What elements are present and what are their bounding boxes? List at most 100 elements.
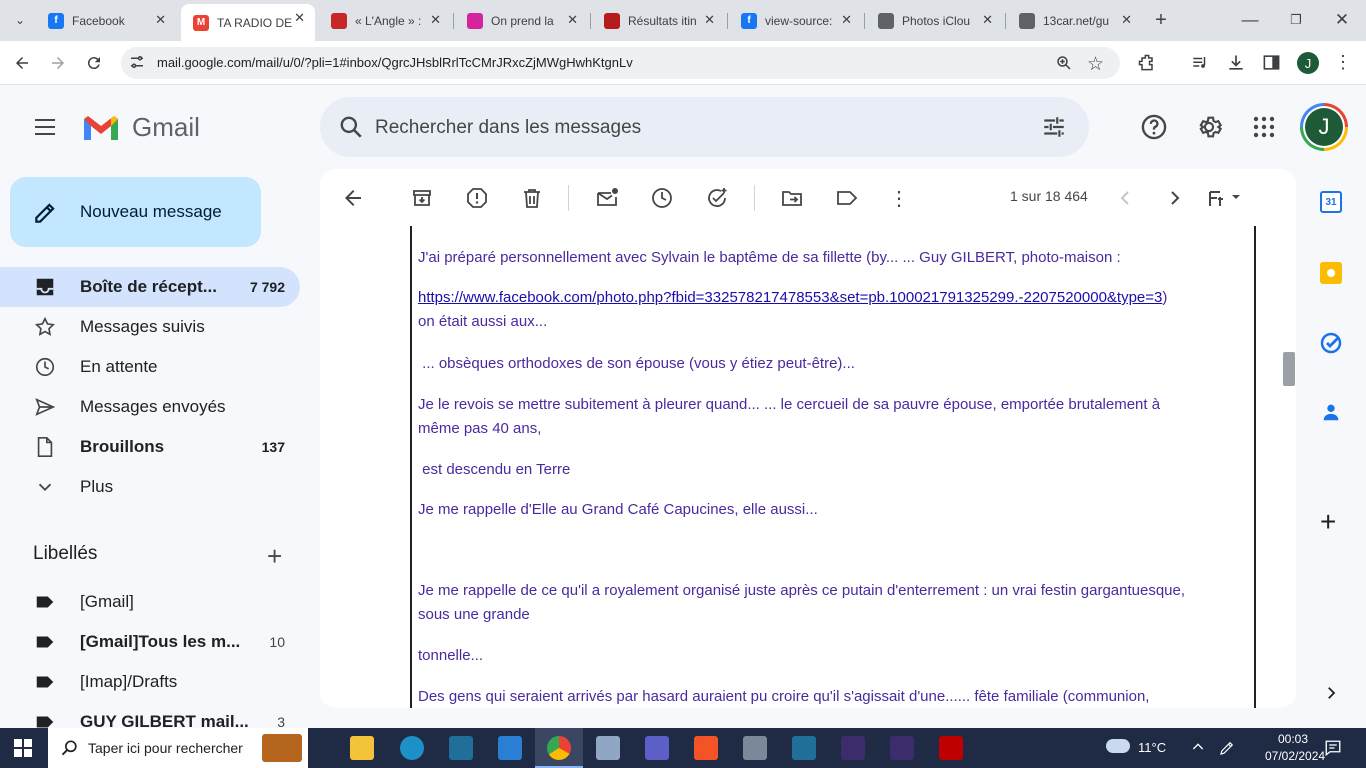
- tab-search-button[interactable]: ⌄: [8, 8, 32, 32]
- nav-item[interactable]: Messages suivis: [0, 307, 300, 347]
- profile-avatar[interactable]: J: [1297, 52, 1319, 74]
- label-icon[interactable]: [835, 186, 859, 210]
- apps-grid-icon[interactable]: [1252, 115, 1276, 144]
- help-icon[interactable]: [1140, 113, 1168, 146]
- tray-chevron-up-icon[interactable]: [1190, 738, 1206, 761]
- expand-panel-icon[interactable]: [1322, 683, 1340, 708]
- site-info-icon[interactable]: [128, 53, 146, 71]
- message-paragraph: Je me rappelle de ce qu'il a royalement …: [418, 579, 1253, 627]
- add-task-icon[interactable]: [705, 186, 729, 210]
- tab-close-icon[interactable]: ✕: [982, 12, 993, 28]
- report-spam-icon[interactable]: [465, 186, 489, 210]
- microsoft-store-icon[interactable]: [694, 736, 718, 760]
- browser-tab[interactable]: M TA RADIO DE ✕: [181, 4, 315, 41]
- add-label-icon[interactable]: +: [267, 541, 282, 572]
- taskbar-search-input[interactable]: Taper ici pour rechercher: [88, 740, 243, 756]
- keep-icon[interactable]: [1320, 262, 1342, 284]
- message-link[interactable]: https://www.facebook.com/photo.php?fbid=…: [418, 289, 1162, 306]
- tab-separator: [1005, 13, 1006, 29]
- archive-icon[interactable]: [410, 186, 434, 210]
- notifications-icon[interactable]: [1324, 739, 1342, 762]
- browser-tab[interactable]: f view-source: ✕: [729, 6, 862, 35]
- mark-unread-icon[interactable]: [595, 186, 619, 210]
- minimize-button[interactable]: —: [1238, 8, 1262, 32]
- tab-close-icon[interactable]: ✕: [841, 12, 852, 28]
- browser-tab[interactable]: On prend la ✕: [455, 6, 588, 35]
- media-controls-icon[interactable]: [1191, 54, 1209, 77]
- tab-title: TA RADIO DE: [217, 15, 293, 30]
- newer-chevron-icon[interactable]: [1114, 186, 1138, 210]
- new-tab-button[interactable]: +: [1149, 8, 1173, 32]
- move-to-icon[interactable]: [780, 186, 804, 210]
- browser-tab[interactable]: Résultats itin ✕: [592, 6, 725, 35]
- chrome-taskbar-icon[interactable]: [547, 736, 571, 760]
- tab-close-icon[interactable]: ✕: [1121, 12, 1132, 28]
- app-icon[interactable]: [792, 736, 816, 760]
- window-close-button[interactable]: ✕: [1330, 8, 1354, 32]
- tab-close-icon[interactable]: ✕: [294, 10, 305, 26]
- bookmark-star-icon[interactable]: ☆: [1087, 53, 1104, 76]
- nav-item[interactable]: Messages envoyés: [0, 387, 300, 427]
- forward-button[interactable]: [46, 51, 70, 75]
- download-icon[interactable]: [1226, 53, 1246, 78]
- edge-browser-icon[interactable]: [400, 736, 424, 760]
- scrollbar-thumb[interactable]: [1283, 352, 1295, 386]
- browser-tab[interactable]: f Facebook ✕: [36, 6, 176, 35]
- pen-tray-icon[interactable]: [1218, 738, 1236, 763]
- search-icon[interactable]: [338, 114, 364, 145]
- label-item[interactable]: [Gmail]: [0, 582, 300, 622]
- gmail-logo-icon[interactable]: [81, 113, 121, 148]
- side-panel-icon[interactable]: [1262, 53, 1281, 77]
- delete-icon[interactable]: [520, 186, 544, 210]
- clock-date[interactable]: 07/02/2024: [1265, 749, 1325, 763]
- back-button[interactable]: [10, 51, 34, 75]
- message-text: sous une grande: [418, 606, 530, 623]
- tab-close-icon[interactable]: ✕: [430, 12, 441, 28]
- restore-button[interactable]: ❐: [1284, 8, 1308, 32]
- mail-app-icon[interactable]: [498, 736, 522, 760]
- reload-button[interactable]: [82, 51, 106, 75]
- file-explorer-icon[interactable]: [350, 736, 374, 760]
- back-to-inbox-icon[interactable]: [341, 186, 365, 210]
- nav-item[interactable]: Boîte de récept... 7 792: [0, 267, 300, 307]
- widgets-icon[interactable]: [262, 734, 302, 762]
- chrome-menu-icon[interactable]: ⋮: [1334, 52, 1352, 73]
- search-options-icon[interactable]: [1041, 114, 1067, 145]
- calendar-icon[interactable]: 31: [1320, 191, 1342, 213]
- browser-tab[interactable]: Photos iClou ✕: [866, 6, 1003, 35]
- app-icon[interactable]: [645, 736, 669, 760]
- older-chevron-icon[interactable]: [1162, 186, 1186, 210]
- tab-close-icon[interactable]: ✕: [567, 12, 578, 28]
- extensions-icon[interactable]: [1137, 53, 1157, 78]
- nav-item[interactable]: En attente: [0, 347, 300, 387]
- nav-item[interactable]: Brouillons 137: [0, 427, 300, 467]
- label-item[interactable]: [Gmail]Tous les m... 10: [0, 622, 300, 662]
- browser-tab[interactable]: « L'Angle » : ✕: [319, 6, 451, 35]
- app-icon[interactable]: [890, 736, 914, 760]
- zoom-icon[interactable]: [1055, 54, 1073, 77]
- app-icon[interactable]: [743, 736, 767, 760]
- filezilla-icon[interactable]: [939, 736, 963, 760]
- tasks-icon[interactable]: [1319, 331, 1343, 360]
- windows-start-icon[interactable]: [14, 739, 32, 762]
- browser-tab[interactable]: 13car.net/gu ✕: [1007, 6, 1142, 35]
- main-menu-icon[interactable]: [33, 116, 57, 143]
- app-icon[interactable]: [841, 736, 865, 760]
- search-input[interactable]: Rechercher dans les messages: [375, 117, 641, 139]
- clock-time[interactable]: 00:03: [1265, 732, 1321, 746]
- nav-item-label: Messages envoyés: [80, 397, 226, 416]
- more-options-icon[interactable]: ⋮: [887, 186, 911, 210]
- input-tools-icon[interactable]: [1206, 186, 1246, 210]
- get-addons-icon[interactable]: +: [1320, 508, 1336, 536]
- contacts-icon[interactable]: [1320, 401, 1342, 428]
- tab-close-icon[interactable]: ✕: [704, 12, 715, 28]
- snooze-icon[interactable]: [650, 186, 674, 210]
- app-icon[interactable]: [596, 736, 620, 760]
- weather-temperature[interactable]: 11°C: [1138, 740, 1166, 755]
- apple-icon: [878, 12, 894, 29]
- app-icon[interactable]: [449, 736, 473, 760]
- settings-gear-icon[interactable]: [1195, 113, 1223, 146]
- nav-item[interactable]: Plus: [0, 467, 300, 507]
- label-item[interactable]: [Imap]/Drafts: [0, 662, 300, 702]
- tab-close-icon[interactable]: ✕: [155, 12, 166, 28]
